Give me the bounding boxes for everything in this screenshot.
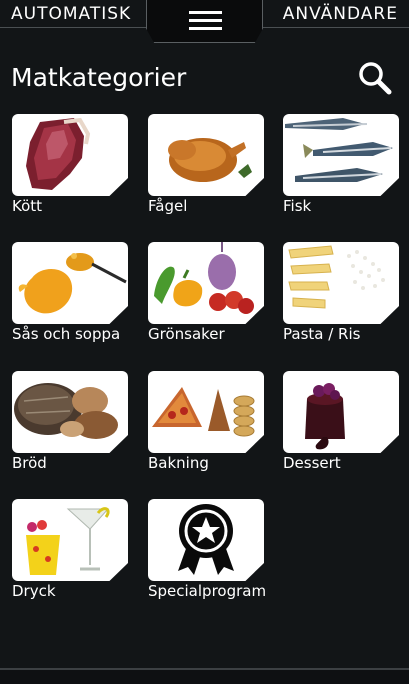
category-tile-poultry[interactable]: Fågel [148,114,266,224]
category-label: Dryck [12,582,56,600]
search-icon [359,62,392,95]
special-program-badge-icon [148,499,264,581]
category-label: Kött [12,197,43,215]
category-label: Grönsaker [148,325,225,343]
category-label: Fisk [283,197,312,215]
category-label: Specialprogram [148,582,267,600]
poultry-image [148,114,264,196]
category-tile-drink[interactable]: Dryck [12,499,130,609]
meat-image [12,114,128,196]
hamburger-menu-icon [189,11,222,14]
category-tile-sauce[interactable]: Sås och soppa [12,242,130,352]
sauce-image [12,242,128,324]
user-link[interactable]: ANVÄNDARE [283,4,398,24]
page-title: Matkategorier [11,63,187,92]
category-tile-dessert[interactable]: Dessert [283,371,401,481]
dessert-image [283,371,399,453]
category-label: Fågel [148,197,188,215]
category-tile-baking[interactable]: Bakning [148,371,266,481]
category-label: Sås och soppa [12,325,121,343]
category-label: Bakning [148,454,209,472]
category-tile-fish[interactable]: Fisk [283,114,401,224]
category-label: Dessert [283,454,341,472]
drink-image [12,499,128,581]
category-tile-vegetables[interactable]: Grönsaker [148,242,266,352]
baking-image [148,371,264,453]
category-tile-bread[interactable]: Bröd [12,371,130,481]
category-tile-pasta-rice[interactable]: Pasta / Ris [283,242,401,352]
category-tile-special-program[interactable]: Specialprogram [148,499,266,609]
category-label: Bröd [12,454,47,472]
bottom-bar [0,668,409,684]
category-label: Pasta / Ris [283,325,361,343]
automatic-link[interactable]: AUTOMATISK [11,4,131,24]
menu-button[interactable] [146,0,263,43]
vegetables-image [148,242,264,324]
search-button[interactable] [357,60,393,96]
hamburger-menu-icon-bar [189,27,222,30]
hamburger-menu-icon-bar [189,19,222,22]
bread-image [12,371,128,453]
pasta-rice-image [283,242,399,324]
category-tile-meat[interactable]: Kött [12,114,130,224]
fish-image [283,114,399,196]
